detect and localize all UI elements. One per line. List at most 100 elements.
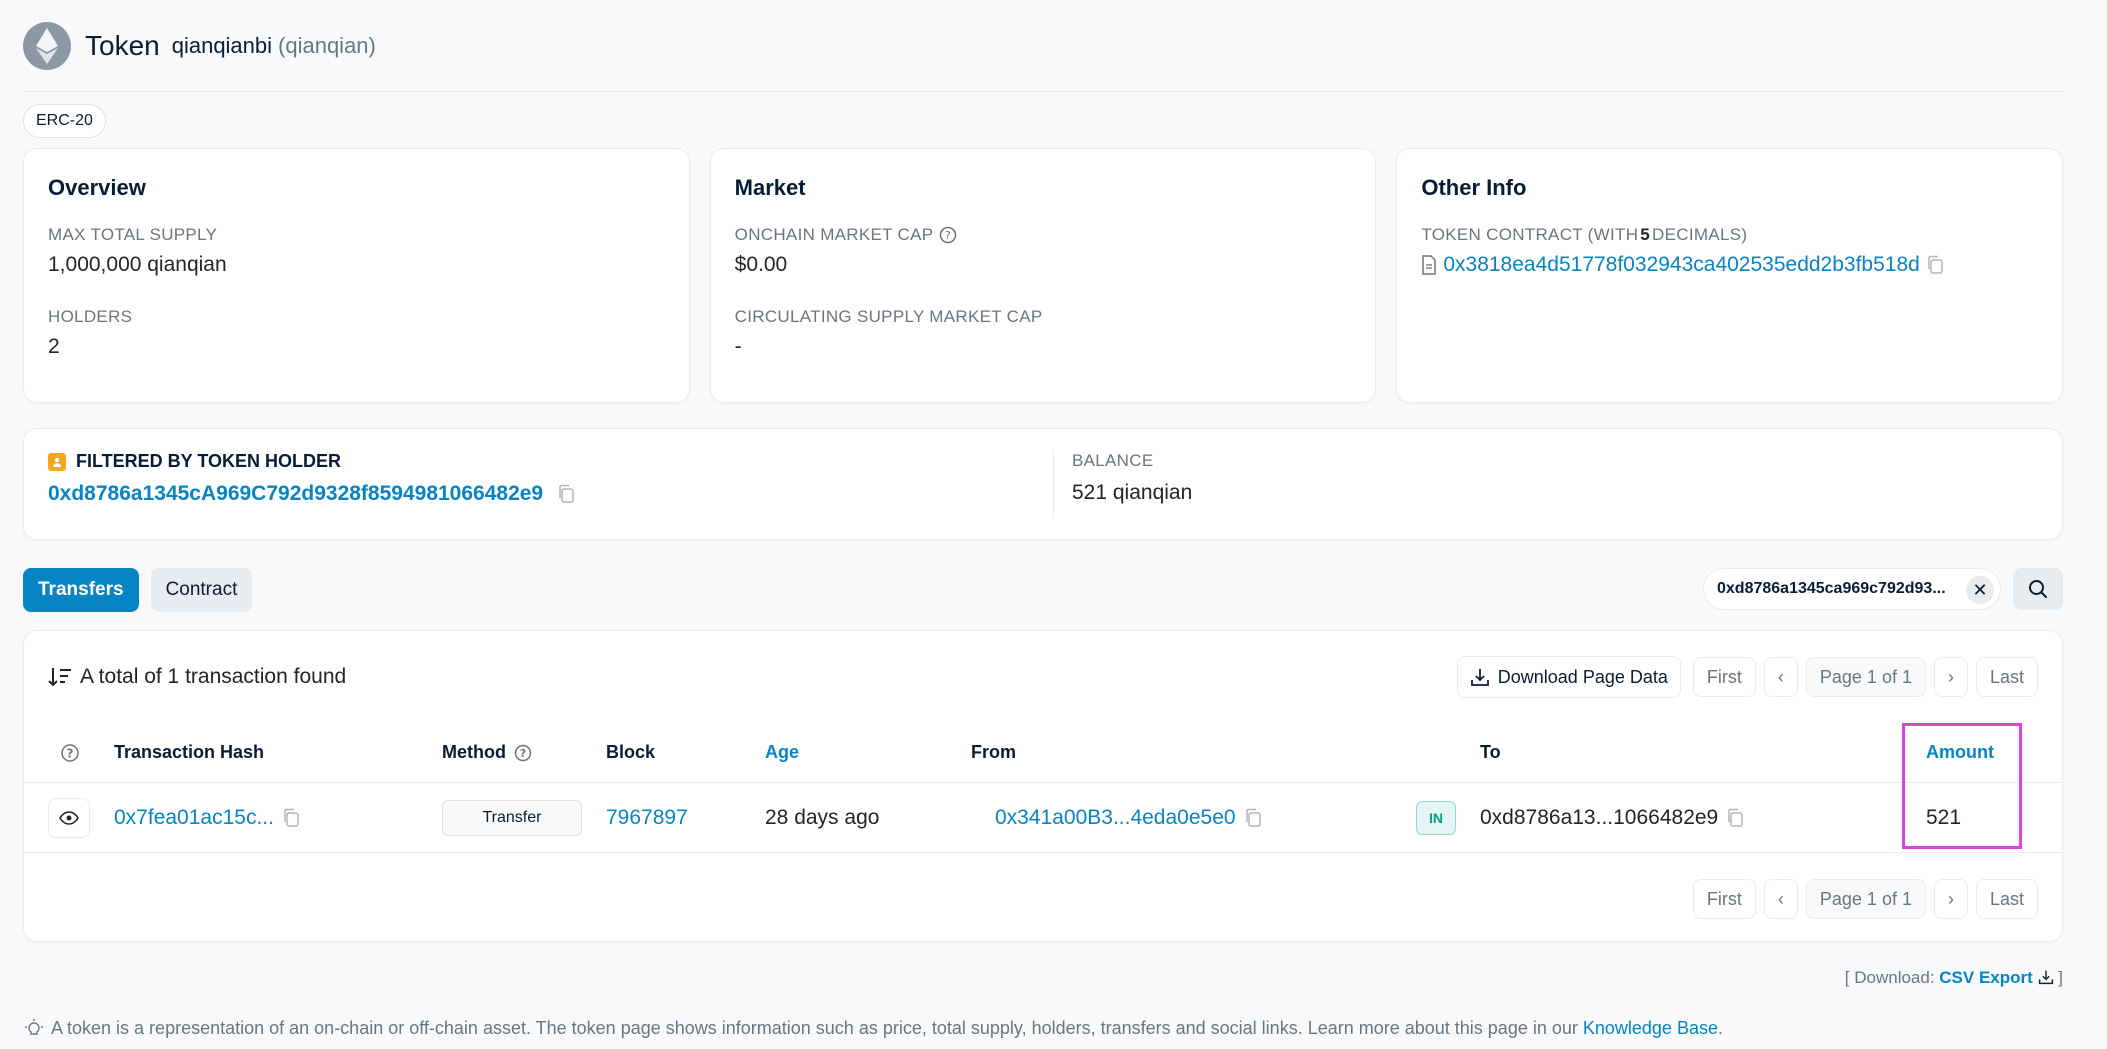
balance-label: BALANCE <box>1072 451 1154 470</box>
pager-bottom: First ‹ Page 1 of 1 › Last <box>1692 879 2038 919</box>
tab-transfers[interactable]: Transfers <box>23 568 139 612</box>
csv-suffix: ] <box>2053 968 2063 987</box>
transfers-card: A total of 1 transaction found Download … <box>23 630 2063 942</box>
token-name: qianqianbi <box>171 32 273 58</box>
csv-export-link[interactable]: CSV Export <box>1939 968 2033 987</box>
eye-icon[interactable] <box>48 797 90 838</box>
holder-filter-left: FILTERED BY TOKEN HOLDER 0xd8786a1345cA9… <box>48 451 1054 517</box>
pager-prev-button[interactable]: ‹ <box>1763 657 1798 697</box>
max-supply-label: MAX TOTAL SUPPLY <box>48 225 218 244</box>
col-to: To <box>1480 742 1501 762</box>
erc20-badge[interactable]: ERC-20 <box>23 104 106 138</box>
total-text: A total of 1 transaction found <box>80 665 347 688</box>
note-end: . <box>1717 1018 1723 1038</box>
pager-first-button[interactable]: First <box>1692 879 1756 919</box>
pager-next-button[interactable]: › <box>1933 879 1968 919</box>
chevron-left-icon: ‹ <box>1777 666 1784 687</box>
svg-text:?: ? <box>945 229 951 242</box>
circ-cap-value: - <box>734 335 742 358</box>
chevron-left-icon: ‹ <box>1777 888 1784 909</box>
other-info-heading: Other Info <box>1421 175 1527 200</box>
knowledge-base-link[interactable]: Knowledge Base <box>1583 1018 1718 1038</box>
contract-decimals: 5 <box>1640 225 1651 244</box>
col-amount-toggle[interactable]: Amount <box>1926 742 1994 763</box>
copy-icon[interactable] <box>1244 808 1262 828</box>
pager-top: Download Page Data First ‹ Page 1 of 1 ›… <box>1456 656 2038 698</box>
copy-icon[interactable] <box>1926 255 1944 275</box>
col-age-toggle[interactable]: Age <box>765 742 799 763</box>
pager-last-button[interactable]: Last <box>1975 657 2038 697</box>
other-info-card: Other Info TOKEN CONTRACT (WITH 5 DECIMA… <box>1396 148 2064 403</box>
age-value: 28 days ago <box>765 805 880 829</box>
holders-label: HOLDERS <box>48 307 133 326</box>
ethereum-icon <box>23 21 71 70</box>
col-from: From <box>971 742 1016 762</box>
holders-value[interactable]: 2 <box>48 335 665 359</box>
pager-last-button[interactable]: Last <box>1975 879 2038 919</box>
pager-next-button[interactable]: › <box>1933 657 1968 697</box>
note-text: A token is a representation of an on-cha… <box>51 1018 1583 1038</box>
table-toolbar: A total of 1 transaction found Download … <box>24 631 2062 723</box>
download-label: Download Page Data <box>1497 666 1668 687</box>
page: Token qianqianbi (qianqian) ERC-20 Overv… <box>23 0 2064 1038</box>
sort-desc-icon <box>48 668 71 687</box>
download-icon[interactable] <box>2038 969 2054 985</box>
pager-prev-button[interactable]: ‹ <box>1763 879 1798 919</box>
col-method-label: Method <box>442 742 506 762</box>
col-method: Method ? <box>442 742 532 763</box>
table-header: ? Transaction Hash Method ? Block Age Fr… <box>24 723 2062 783</box>
amount-value: 521 <box>1926 805 1962 829</box>
csv-prefix: [ Download: <box>1844 968 1940 987</box>
token-header: Token qianqianbi (qianqian) <box>23 0 2063 92</box>
method-badge: Transfer <box>442 799 582 836</box>
overview-heading: Overview <box>48 175 146 200</box>
contract-address-link[interactable]: 0x3818ea4d51778f032943ca402535edd2b3fb51… <box>1443 253 1919 277</box>
balance-section: BALANCE 521 qianqian <box>1054 451 1192 517</box>
search-button[interactable] <box>2013 568 2063 610</box>
help-icon[interactable]: ? <box>939 226 957 244</box>
holder-icon <box>48 452 66 471</box>
block-link[interactable]: 7967897 <box>606 806 688 830</box>
help-icon[interactable]: ? <box>60 743 80 763</box>
lightbulb-icon <box>25 1018 43 1035</box>
svg-text:?: ? <box>67 746 74 760</box>
csv-download-row: [ Download: CSV Export ] <box>1845 968 2063 988</box>
balance-value: 521 qianqian <box>1072 481 1193 504</box>
search-icon <box>2029 580 2047 598</box>
circ-cap-label: CIRCULATING SUPPLY MARKET CAP <box>734 307 1043 326</box>
overview-card: Overview MAX TOTAL SUPPLY 1,000,000 qian… <box>23 148 690 403</box>
copy-icon[interactable] <box>557 484 575 504</box>
filter-address-chip[interactable]: 0xd8786a1345ca969c792d93... ✕ <box>1703 568 2001 610</box>
close-icon[interactable]: ✕ <box>1966 576 1994 604</box>
chevron-right-icon: › <box>1947 666 1954 687</box>
pager-first-button[interactable]: First <box>1692 657 1756 697</box>
filter-chip-text: 0xd8786a1345ca969c792d93... <box>1717 580 1946 597</box>
market-card: Market ONCHAIN MARKET CAP ? $0.00 CIRCUL… <box>709 148 1377 403</box>
direction-badge: IN <box>1416 800 1456 835</box>
info-cards: Overview MAX TOTAL SUPPLY 1,000,000 qian… <box>23 148 2064 403</box>
from-address-link[interactable]: 0x341a00B3...4eda0e5e0 <box>995 806 1236 830</box>
document-icon <box>1422 255 1437 275</box>
col-transaction-hash: Transaction Hash <box>114 742 265 762</box>
svg-text:?: ? <box>520 747 526 760</box>
contract-row: 0x3818ea4d51778f032943ca402535edd2b3fb51… <box>1421 253 2038 277</box>
contract-label-prefix: TOKEN CONTRACT (WITH <box>1421 225 1639 244</box>
copy-icon[interactable] <box>1726 808 1744 828</box>
download-page-data-button[interactable]: Download Page Data <box>1456 656 1681 698</box>
filter-title-row: FILTERED BY TOKEN HOLDER <box>48 451 1053 472</box>
copy-icon[interactable] <box>282 808 300 828</box>
onchain-cap-label: ONCHAIN MARKET CAP <box>734 225 934 244</box>
download-icon <box>1470 669 1489 686</box>
contract-label-suffix: DECIMALS) <box>1652 225 1748 244</box>
holder-filter-card: FILTERED BY TOKEN HOLDER 0xd8786a1345cA9… <box>23 428 2063 540</box>
page-title: Token <box>85 29 160 61</box>
pager-page-indicator: Page 1 of 1 <box>1805 657 1926 697</box>
tx-hash-link[interactable]: 0x7fea01ac15c... <box>114 806 274 830</box>
filter-title: FILTERED BY TOKEN HOLDER <box>76 451 342 471</box>
holder-address-link[interactable]: 0xd8786a1345cA969C792d9328f8594981066482… <box>48 482 543 506</box>
total-row: A total of 1 transaction found <box>48 665 346 689</box>
tab-contract[interactable]: Contract <box>150 568 253 612</box>
help-icon[interactable]: ? <box>514 744 532 762</box>
info-note: A token is a representation of an on-cha… <box>23 1018 1723 1039</box>
table-row: 0x7fea01ac15c... Transfer 7967897 28 day… <box>24 783 2062 853</box>
